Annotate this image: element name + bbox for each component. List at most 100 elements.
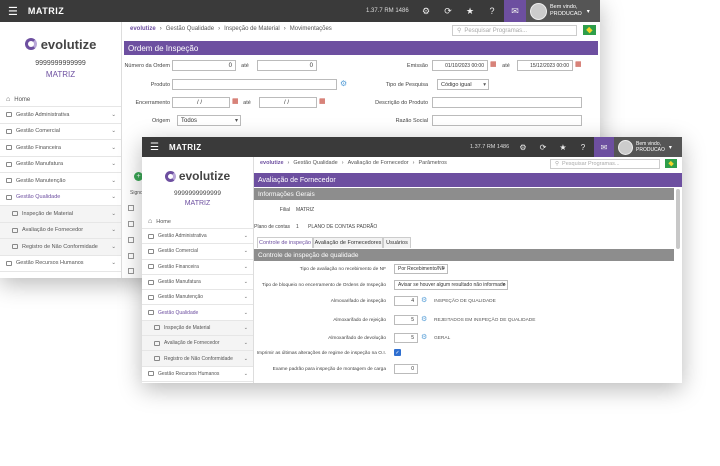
inspection-warehouse-input[interactable]: 4 xyxy=(394,296,418,306)
sidebar-item[interactable]: Gestão Manutenção ⌄ xyxy=(0,173,121,190)
product-description-input[interactable] xyxy=(432,97,582,108)
user-menu[interactable]: Bem vindo, PRODUCAO ▾ xyxy=(614,137,682,157)
home-icon: ⌂ xyxy=(6,96,11,103)
sidebar-item[interactable]: Gestão Manufatura ⌄ xyxy=(0,157,121,173)
sidebar-item[interactable]: Gestão Qualidade ⌄ xyxy=(142,305,253,321)
sidebar-subitem[interactable]: Gestão Recursos Humanos ⌄ xyxy=(142,367,253,382)
refresh-icon[interactable]: ⟳ xyxy=(534,137,552,157)
folder-icon xyxy=(148,233,154,239)
sidebar-subitem[interactable]: Avaliação de Fornecedor ⌄ xyxy=(142,336,253,352)
breadcrumb-logo[interactable]: evolutize xyxy=(260,160,284,166)
company-name-input[interactable] xyxy=(432,115,582,126)
company-id: 9999999999999 xyxy=(35,60,86,67)
search-type-label: Tipo de Pesquisa xyxy=(385,82,428,88)
grid-row-checkbox[interactable] xyxy=(128,205,134,211)
sidebar-item[interactable]: Gestão Financeira ⌄ xyxy=(0,140,121,157)
grid-row-checkbox[interactable] xyxy=(128,253,134,259)
tab-supplier-evaluation[interactable]: Avaliação de Fornecedores xyxy=(313,237,383,248)
calendar-icon[interactable]: ▦ xyxy=(490,60,497,68)
help-icon[interactable]: ? xyxy=(574,137,592,157)
tab-inspection-control[interactable]: Controle de inspeção xyxy=(257,237,313,248)
mail-icon[interactable]: ✉ xyxy=(594,137,614,157)
chevron-down-icon: ⌄ xyxy=(111,194,116,201)
settings-icon[interactable]: ⚙ xyxy=(416,0,436,22)
sidebar-item[interactable]: Gestão Financeira ⌄ xyxy=(142,260,253,275)
user-menu[interactable]: Bem vindo, PRODUCAO ▾ xyxy=(526,0,600,22)
tab-users[interactable]: Usuários xyxy=(383,237,411,248)
settings-icon[interactable]: ⚙ xyxy=(514,137,532,157)
scrollbar[interactable] xyxy=(676,189,680,249)
sidebar-item[interactable]: Gestão Manutenção ⌄ xyxy=(142,290,253,306)
calendar-icon[interactable]: ▦ xyxy=(319,97,326,105)
sidebar-subitem[interactable]: Avaliação de Fornecedor ⌄ xyxy=(0,222,121,239)
refresh-icon[interactable]: ⟳ xyxy=(438,0,458,22)
sidebar-item[interactable]: Gestão Qualidade ⌄ xyxy=(0,190,121,206)
sidebar-item[interactable]: Gestão Manufatura ⌄ xyxy=(142,275,253,291)
document-icon xyxy=(12,227,18,233)
app-title: MATRIZ xyxy=(168,142,202,152)
grid-row-checkbox[interactable] xyxy=(128,268,134,274)
closing-to-input[interactable]: / / xyxy=(259,97,317,108)
evaluation-type-select[interactable]: Por Recebimento/NF xyxy=(394,264,448,274)
sidebar-item[interactable]: Gestão Comercial ⌄ xyxy=(142,244,253,260)
chart-of-accounts-value: PLANO DE CONTAS PADRÃO xyxy=(308,224,378,230)
breadcrumb-item[interactable]: Avaliação de Fornecedor xyxy=(348,160,409,166)
breadcrumb-item[interactable]: Gestão Qualidade xyxy=(293,160,337,166)
logo: evolutize xyxy=(142,165,253,187)
star-icon[interactable]: ★ xyxy=(554,137,572,157)
lookup-icon[interactable]: ⚙ xyxy=(421,296,427,304)
grid-row-checkbox[interactable] xyxy=(128,237,134,243)
emission-from-input[interactable]: 01/10/2023 00:00 xyxy=(432,60,488,71)
product-input[interactable] xyxy=(172,79,337,90)
print-changes-checkbox[interactable]: ✓ xyxy=(394,349,401,356)
breadcrumb-item[interactable]: Inspeção de Material xyxy=(224,26,280,32)
lookup-icon[interactable]: ⚙ xyxy=(421,315,427,323)
folder-icon xyxy=(6,178,12,184)
lookup-icon[interactable]: ⚙ xyxy=(421,333,427,341)
block-type-select[interactable]: Avisar se houver algum resultado não inf… xyxy=(394,280,508,290)
breadcrumb-logo[interactable]: evolutize xyxy=(130,26,156,32)
chevron-down-icon: ▾ xyxy=(586,8,590,15)
return-warehouse-input[interactable]: 5 xyxy=(394,333,418,343)
load-exam-input[interactable]: 0 xyxy=(394,364,418,374)
sidebar-subitem[interactable]: Inspeção de Material ⌄ xyxy=(142,320,253,337)
order-from-input[interactable]: 0 xyxy=(172,60,236,71)
origin-select[interactable]: Todos xyxy=(177,115,241,126)
mail-icon[interactable]: ✉ xyxy=(504,0,526,22)
sidebar-subitem[interactable]: Gestão Recursos Humanos ⌄ xyxy=(0,256,121,272)
sidebar-item[interactable]: Gestão Comercial ⌄ xyxy=(0,124,121,140)
sidebar-subitem[interactable]: Registro de Não Conformidade ⌄ xyxy=(142,351,253,367)
closing-from-input[interactable]: / / xyxy=(172,97,230,108)
sidebar-item-home[interactable]: ⌂ Home xyxy=(142,215,253,229)
chevron-down-icon: ⌄ xyxy=(111,177,116,184)
emission-to-input[interactable]: 15/12/2023 00:00 xyxy=(517,60,573,71)
help-icon[interactable]: ? xyxy=(482,0,502,22)
language-flag-icon[interactable] xyxy=(665,159,677,168)
menu-icon[interactable]: ☰ xyxy=(8,5,18,18)
order-to-input[interactable]: 0 xyxy=(257,60,317,71)
search-type-select[interactable]: Código igual xyxy=(437,79,489,90)
chart-of-accounts-label: Plano de contas xyxy=(254,224,290,230)
calendar-icon[interactable]: ▦ xyxy=(232,97,239,105)
sidebar-item[interactable]: Gestão Administrativa ⌄ xyxy=(0,107,121,124)
star-icon[interactable]: ★ xyxy=(460,0,480,22)
breadcrumb: evolutize › Gestão Qualidade › Inspeção de… xyxy=(130,26,332,32)
company-name: MATRIZ xyxy=(45,70,76,79)
lookup-icon[interactable]: ⚙ xyxy=(340,79,347,88)
product-label: Produto xyxy=(150,82,170,88)
chevron-down-icon: ⌄ xyxy=(243,370,248,377)
breadcrumb-item[interactable]: Gestão Qualidade xyxy=(166,26,214,32)
sidebar-item-home[interactable]: ⌂ Home xyxy=(0,93,121,107)
sidebar-subitem[interactable]: Inspeção de Material ⌄ xyxy=(0,206,121,223)
search-input[interactable]: ⚲ Pesquisar Programas... xyxy=(550,159,660,169)
document-icon xyxy=(12,244,18,250)
search-input[interactable]: ⚲ Pesquisar Programas... xyxy=(452,25,577,36)
grid-row-checkbox[interactable] xyxy=(128,221,134,227)
sidebar-item[interactable]: Gestão Administrativa ⌄ xyxy=(142,229,253,245)
menu-icon[interactable]: ☰ xyxy=(150,142,159,153)
calendar-icon[interactable]: ▦ xyxy=(575,60,582,68)
sidebar-subitem[interactable]: Registro de Não Conformidade ⌄ xyxy=(0,239,121,256)
language-flag-icon[interactable] xyxy=(583,25,596,35)
rejection-warehouse-input[interactable]: 5 xyxy=(394,315,418,325)
chevron-down-icon: ⌄ xyxy=(111,227,116,234)
